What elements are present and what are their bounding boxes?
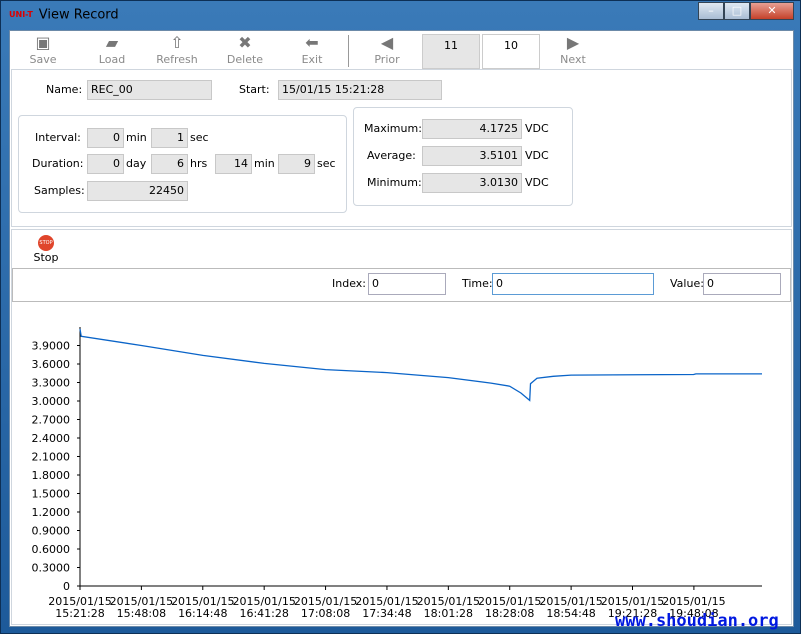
- x-tick-time: 17:34:48: [362, 607, 411, 620]
- x-tick-time: 16:14:48: [178, 607, 227, 620]
- window: UNI-T View Record – □ ✕ ▣ Save ▰ Load ⇧ Refres…: [0, 0, 801, 634]
- y-tick-label: 1.8000: [32, 469, 71, 482]
- y-tick-label: 2.1000: [32, 451, 71, 464]
- x-tick-time: 17:08:08: [301, 607, 350, 620]
- y-tick-label: 3.6000: [32, 358, 71, 371]
- x-tick-time: 15:48:08: [117, 607, 166, 620]
- watermark: www.shoudian.org: [615, 611, 779, 631]
- voltage-chart: 0 0.3000 0.6000 0.9000 1.2000 1.5000 1.8000 2.1…: [32, 327, 762, 620]
- y-tick-label: 1.5000: [32, 488, 71, 501]
- x-tick-time: 16:41:28: [239, 607, 288, 620]
- x-tick-time: 18:28:08: [485, 607, 534, 620]
- x-tick-time: 18:01:28: [424, 607, 473, 620]
- y-tick-label: 0: [63, 580, 70, 593]
- y-tick-label: 0.9000: [32, 525, 71, 538]
- y-tick-label: 3.9000: [32, 340, 71, 353]
- voltage-series-line: [79, 328, 762, 402]
- x-tick-time: 18:54:48: [546, 607, 595, 620]
- y-tick-label: 1.2000: [32, 506, 71, 519]
- y-tick-label: 0.3000: [32, 562, 71, 575]
- y-tick-label: 2.4000: [32, 432, 71, 445]
- y-tick-label: 0.6000: [32, 543, 71, 556]
- y-tick-label: 3.3000: [32, 377, 71, 390]
- y-tick-label: 3.0000: [32, 395, 71, 408]
- y-tick-label: 2.7000: [32, 414, 71, 427]
- x-tick-time: 15:21:28: [55, 607, 104, 620]
